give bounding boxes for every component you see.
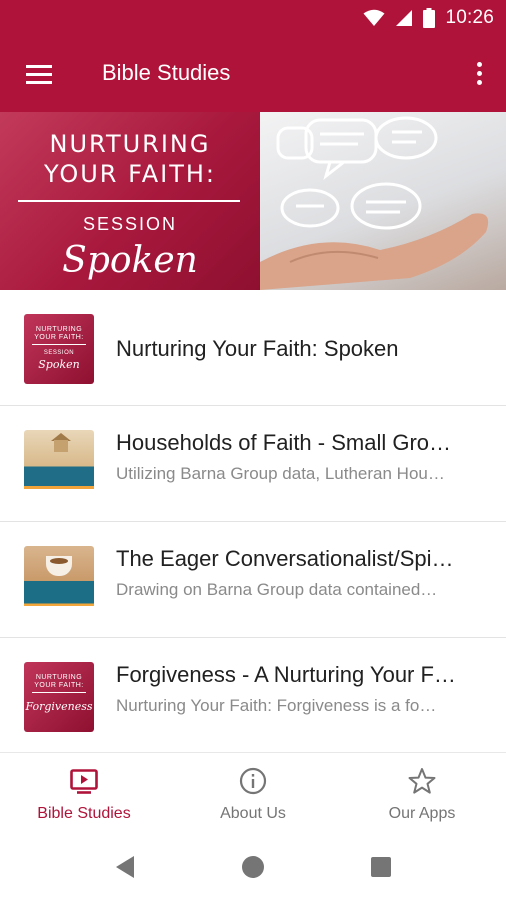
nurturing-spoken-cover-icon: NURTURING YOUR FAITH: SESSION Spoken (24, 314, 94, 384)
nav-tab-our-apps[interactable]: Our Apps (338, 753, 506, 833)
nav-tab-label: Our Apps (388, 805, 456, 822)
list-item[interactable]: NURTURING YOUR FAITH: SESSION Spoken Nur… (0, 290, 506, 406)
page-title: Bible Studies (102, 60, 231, 85)
list-item-title: The Eager Conversationalist/Spi… (116, 546, 454, 571)
forgiveness-cover-icon: NURTURING YOUR FAITH: Forgiveness (24, 662, 94, 732)
nav-tab-label: About Us (220, 805, 286, 822)
open-hand-icon (260, 213, 489, 290)
speech-bubble-icon (276, 116, 438, 230)
recents-icon[interactable] (366, 852, 396, 882)
video-library-icon (70, 769, 98, 794)
banner-title-line2: YOUR FAITH: (44, 160, 216, 188)
studies-list: NURTURING YOUR FAITH: SESSION Spoken Nur… (0, 290, 506, 754)
list-item-subtitle: Drawing on Barna Group data contained… (116, 580, 438, 599)
app-bar: Bible Studies (0, 36, 506, 112)
hamburger-menu-icon[interactable] (16, 56, 56, 92)
banner-divider (18, 200, 240, 202)
status-bar: 10:26 (0, 0, 506, 36)
list-item-subtitle: Nurturing Your Faith: Forgiveness is a f… (116, 696, 437, 715)
list-item-subtitle: Utilizing Barna Group data, Lutheran Hou… (116, 464, 445, 483)
list-item[interactable]: Households of Faith - Small Gro… Utilizi… (0, 406, 506, 522)
list-item-title: Nurturing Your Faith: Spoken (116, 336, 399, 361)
featured-study-banner[interactable]: NURTURING YOUR FAITH: SESSION Spoken (0, 112, 506, 290)
wifi-icon (363, 9, 385, 26)
banner-title-line1: NURTURING (49, 130, 211, 158)
more-vert-icon[interactable] (468, 56, 492, 92)
list-item-title: Households of Faith - Small Gro… (116, 430, 452, 455)
system-navigation-bar (0, 832, 506, 900)
households-of-faith-cover-icon (24, 430, 94, 500)
home-icon[interactable] (238, 852, 268, 882)
back-icon[interactable] (110, 852, 140, 882)
banner-title-panel: NURTURING YOUR FAITH: SESSION Spoken (0, 112, 260, 290)
nav-tab-label: Bible Studies (37, 805, 131, 822)
list-item[interactable]: NURTURING YOUR FAITH: Forgiveness Forgiv… (0, 638, 506, 754)
nav-tab-about-us[interactable]: About Us (169, 753, 337, 833)
info-icon (239, 767, 267, 795)
banner-session-label: SESSION (82, 214, 178, 234)
eager-conversationalist-cover-icon (24, 546, 94, 616)
status-icons: 10:26 (363, 6, 494, 30)
star-icon (408, 768, 436, 794)
battery-icon (423, 8, 436, 28)
nav-tab-bible-studies[interactable]: Bible Studies (0, 753, 168, 833)
list-item[interactable]: The Eager Conversationalist/Spi… Drawing… (0, 522, 506, 638)
cellular-signal-icon (396, 10, 413, 26)
bottom-navigation: Bible Studies About Us Our Apps (0, 752, 506, 832)
status-time: 10:26 (445, 7, 494, 28)
banner-illustration (260, 112, 506, 290)
banner-session-title: Spoken (62, 240, 198, 281)
list-item-title: Forgiveness - A Nurturing Your F… (116, 662, 456, 687)
